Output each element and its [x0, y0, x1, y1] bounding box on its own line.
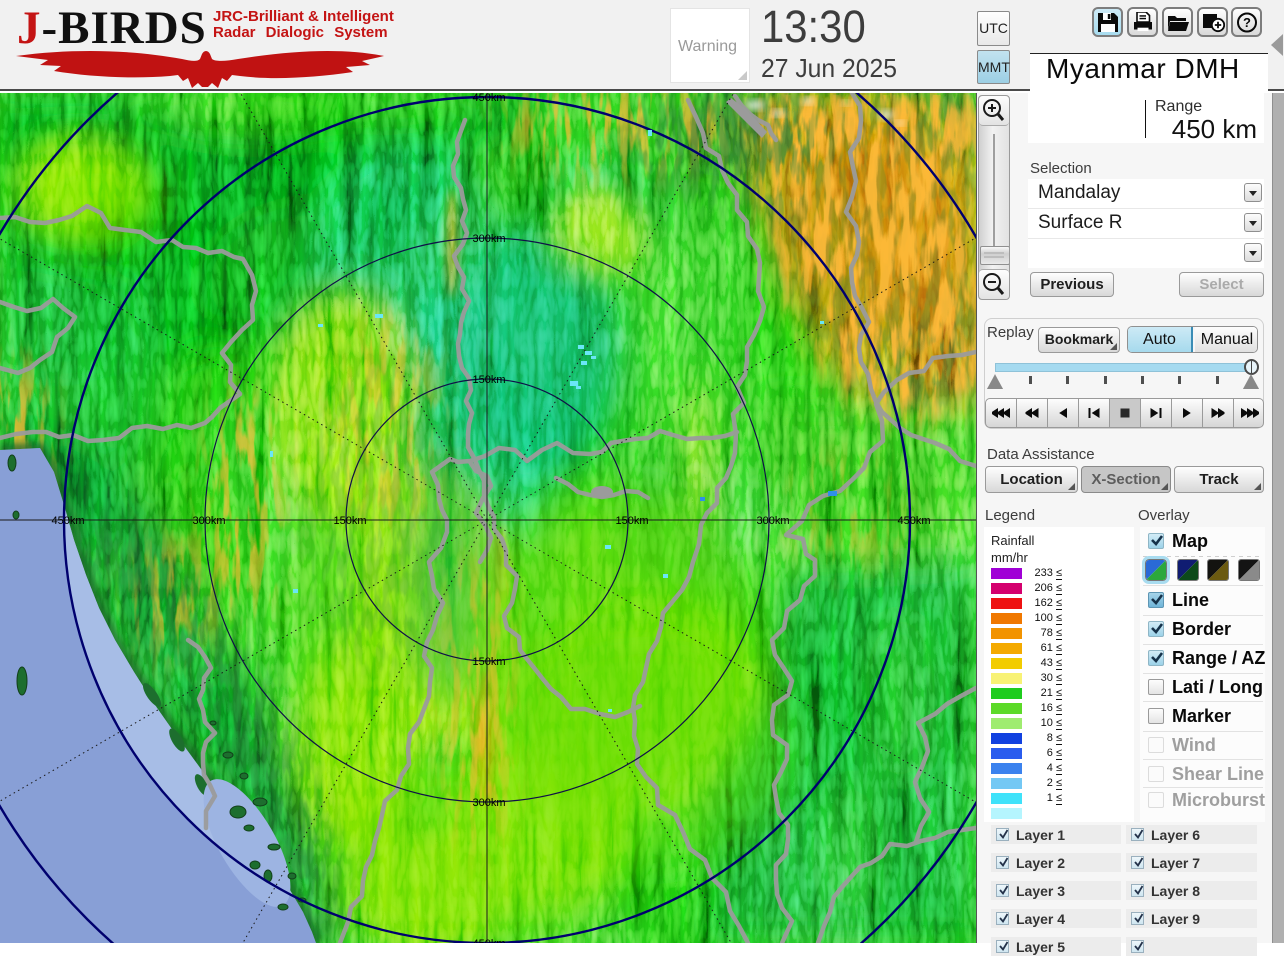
svg-text:300km: 300km [192, 515, 225, 527]
svg-text:450km: 450km [897, 515, 930, 527]
svg-text:300km: 300km [472, 233, 505, 245]
svg-text:?: ? [1243, 15, 1251, 30]
svg-text:450km: 450km [472, 93, 505, 104]
svg-text:150km: 150km [472, 656, 505, 668]
svg-text:150km: 150km [333, 515, 366, 527]
svg-text:300km: 300km [472, 797, 505, 809]
svg-text:450km: 450km [51, 515, 84, 527]
svg-text:300km: 300km [756, 515, 789, 527]
svg-text:150km: 150km [472, 374, 505, 386]
svg-text:450km: 450km [472, 938, 505, 943]
svg-text:150km: 150km [615, 515, 648, 527]
